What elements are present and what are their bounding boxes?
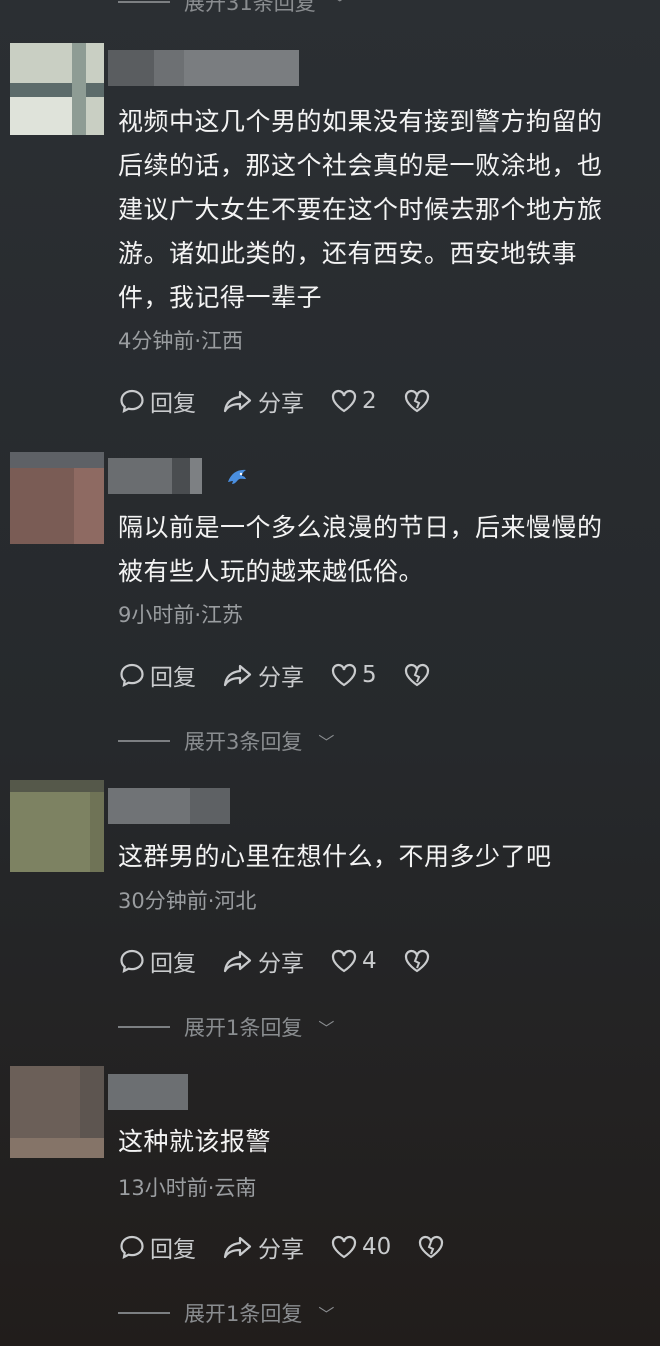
comment-actions: 回复 分享 40 xyxy=(118,1229,471,1265)
avatar[interactable] xyxy=(10,780,104,872)
comment-text: 视频中这几个男的如果没有接到警方拘留的后续的话，那这个社会真的是一败涂地，也建议… xyxy=(118,107,603,312)
broken-heart-icon xyxy=(419,1235,444,1259)
expand-replies[interactable]: 展开1条回复 ﹀ xyxy=(118,1295,334,1331)
divider-line xyxy=(118,1026,170,1028)
comment-actions: 回复 分享 5 xyxy=(118,657,457,693)
reply-button[interactable]: 回复 xyxy=(118,658,196,692)
divider-line xyxy=(118,740,170,742)
expand-replies[interactable]: 展开1条回复 ﹀ xyxy=(118,1009,334,1045)
comment-meta: 30分钟前·河北 xyxy=(118,889,257,913)
share-icon xyxy=(223,1236,252,1259)
like-button[interactable]: 5 xyxy=(330,662,377,688)
username-blurred[interactable] xyxy=(108,1072,188,1112)
heart-icon xyxy=(331,389,357,413)
broken-heart-icon xyxy=(404,389,429,413)
avatar[interactable] xyxy=(10,43,104,135)
share-button[interactable]: 分享 xyxy=(222,944,304,978)
reply-label: 回复 xyxy=(150,951,196,977)
comment-text: 隔以前是一个多么浪漫的节日，后来慢慢的被有些人玩的越来越低俗。 xyxy=(118,513,603,586)
reply-button[interactable]: 回复 xyxy=(118,944,196,978)
heart-icon xyxy=(331,949,357,973)
share-button[interactable]: 分享 xyxy=(222,658,304,692)
comment-meta: 4分钟前·江西 xyxy=(118,329,244,353)
broken-heart-icon xyxy=(404,663,429,687)
dislike-button[interactable] xyxy=(417,1234,445,1260)
username-blurred[interactable] xyxy=(108,786,230,826)
share-icon xyxy=(223,950,252,973)
divider-line xyxy=(118,1,170,3)
chevron-down-icon: ﹀ xyxy=(318,1019,335,1038)
avatar[interactable] xyxy=(10,1066,104,1158)
broken-heart-icon xyxy=(404,949,429,973)
reply-button[interactable]: 回复 xyxy=(118,384,196,418)
reply-icon xyxy=(120,663,144,687)
chevron-down-icon: ﹀ xyxy=(331,0,348,13)
reply-icon xyxy=(120,389,144,413)
reply-label: 回复 xyxy=(150,391,196,417)
heart-icon xyxy=(331,663,357,687)
heart-icon xyxy=(331,1235,357,1259)
dislike-button[interactable] xyxy=(403,388,431,414)
like-button[interactable]: 40 xyxy=(330,1234,391,1260)
dislike-button[interactable] xyxy=(403,948,431,974)
share-label: 分享 xyxy=(258,391,304,417)
expand-replies-top[interactable]: 展开31条回复 ﹀ xyxy=(118,0,348,20)
share-button[interactable]: 分享 xyxy=(222,384,304,418)
expand-replies-label: 展开1条回复 xyxy=(184,1302,303,1326)
like-count: 4 xyxy=(362,948,377,974)
comment-meta: 9小时前·江苏 xyxy=(118,603,244,627)
share-label: 分享 xyxy=(258,1237,304,1263)
divider-line xyxy=(118,1312,170,1314)
share-icon xyxy=(223,390,252,413)
reply-label: 回复 xyxy=(150,1237,196,1263)
like-count: 2 xyxy=(362,388,377,414)
like-button[interactable]: 2 xyxy=(330,388,377,414)
share-label: 分享 xyxy=(258,665,304,691)
username-blurred[interactable] xyxy=(108,48,299,88)
dolphin-badge-icon xyxy=(224,464,250,494)
avatar[interactable] xyxy=(10,452,104,544)
reply-button[interactable]: 回复 xyxy=(118,1230,196,1264)
share-button[interactable]: 分享 xyxy=(222,1230,304,1264)
reply-icon xyxy=(120,1235,144,1259)
reply-icon xyxy=(120,949,144,973)
comment-text: 这群男的心里在想什么，不用多少了吧 xyxy=(118,842,552,871)
chevron-down-icon: ﹀ xyxy=(318,733,335,752)
dislike-button[interactable] xyxy=(403,662,431,688)
expand-replies-label: 展开1条回复 xyxy=(184,1016,303,1040)
comment-meta: 13小时前·云南 xyxy=(118,1176,257,1200)
comment-actions: 回复 分享 2 xyxy=(118,383,457,419)
expand-replies-label: 展开31条回复 xyxy=(184,0,316,15)
like-button[interactable]: 4 xyxy=(330,948,377,974)
share-label: 分享 xyxy=(258,951,304,977)
share-icon xyxy=(223,664,252,687)
like-count: 40 xyxy=(362,1234,392,1260)
expand-replies-label: 展开3条回复 xyxy=(184,730,303,754)
chevron-down-icon: ﹀ xyxy=(318,1305,335,1324)
like-count: 5 xyxy=(362,662,377,688)
comment-text: 这种就该报警 xyxy=(118,1127,272,1156)
comment-actions: 回复 分享 4 xyxy=(118,943,457,979)
username-blurred[interactable] xyxy=(108,456,202,496)
expand-replies[interactable]: 展开3条回复 ﹀ xyxy=(118,723,334,759)
reply-label: 回复 xyxy=(150,665,196,691)
